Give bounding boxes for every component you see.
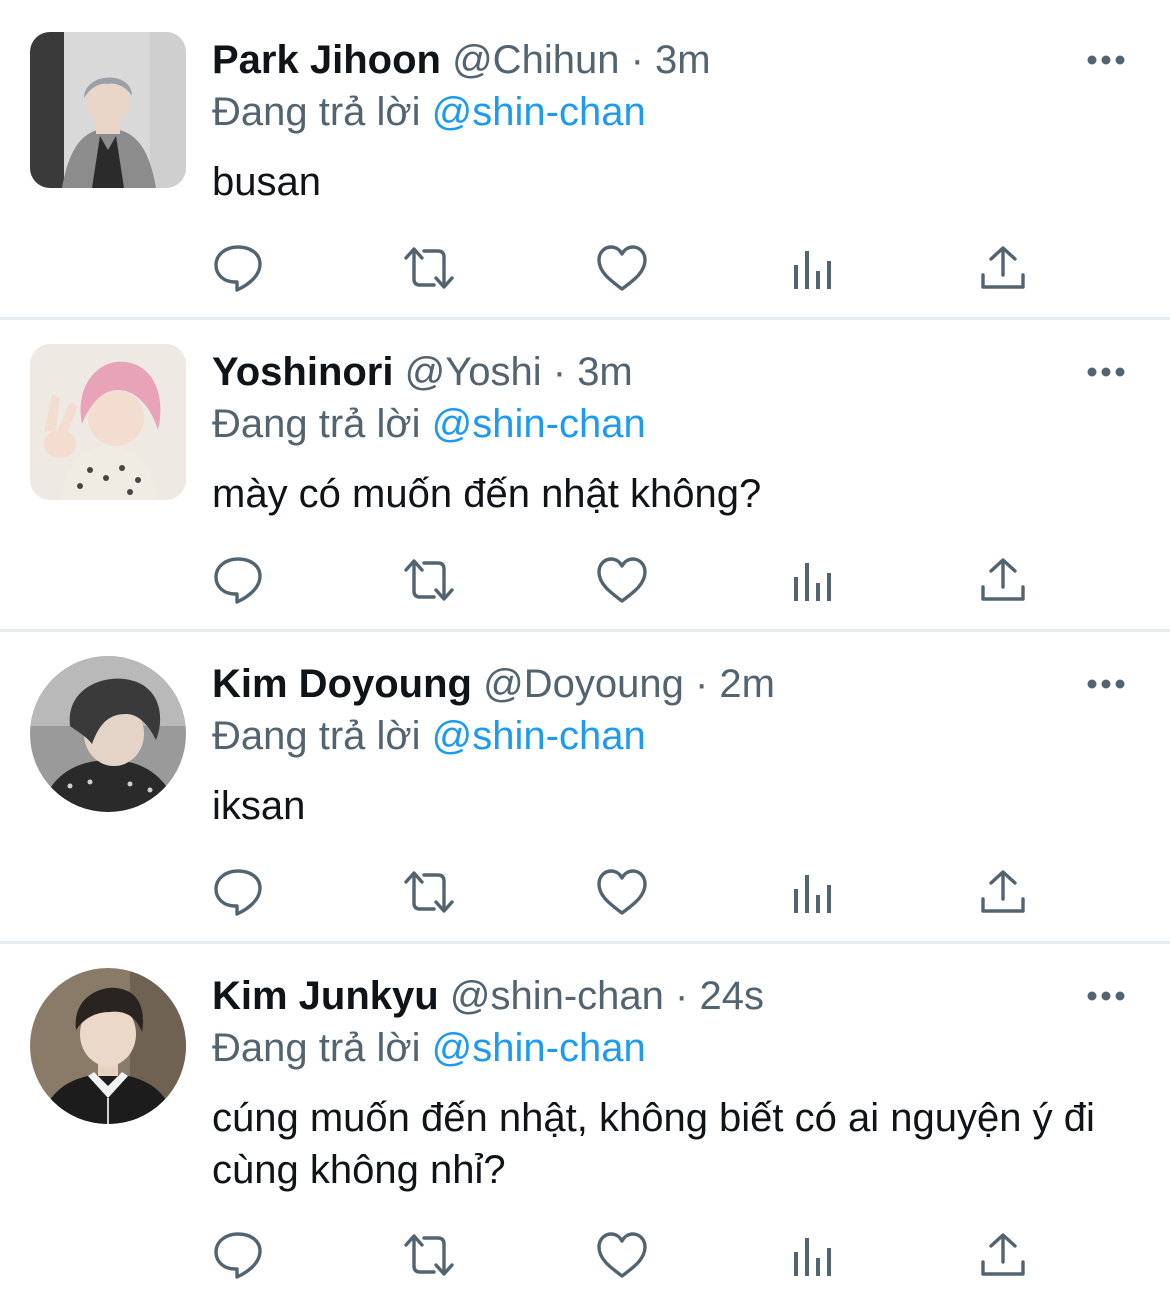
mention-link[interactable]: @shin-chan <box>432 90 646 134</box>
reply-icon[interactable] <box>212 243 266 293</box>
reply-icon[interactable] <box>212 1230 266 1280</box>
display-name[interactable]: Yoshinori <box>212 350 393 394</box>
separator: · <box>675 974 689 1018</box>
replying-to-label: Đang trả lời <box>212 90 421 134</box>
share-icon[interactable] <box>976 867 1030 917</box>
replying-to: Đang trả lời @shin-chan <box>212 1024 646 1072</box>
timestamp[interactable]: 3m <box>655 38 711 82</box>
analytics-icon[interactable] <box>786 243 840 293</box>
tweet-header: Kim Doyoung @Doyoung · 2m <box>212 660 775 708</box>
action-bar <box>212 867 1042 917</box>
tweet-text: iksan <box>212 784 306 828</box>
retweet-icon[interactable] <box>402 243 456 293</box>
separator: · <box>694 662 709 706</box>
mention-link[interactable]: @shin-chan <box>432 1026 646 1070</box>
timestamp[interactable]: 24s <box>699 974 764 1018</box>
analytics-icon[interactable] <box>786 555 840 605</box>
share-icon[interactable] <box>976 243 1030 293</box>
avatar[interactable] <box>30 32 186 188</box>
mention-link[interactable]: @shin-chan <box>432 714 646 758</box>
separator: · <box>630 38 644 82</box>
tweet[interactable]: Yoshinori @Yoshi · 3m Đang trả lời @shin… <box>0 312 1170 629</box>
tweet[interactable]: Kim Doyoung @Doyoung · 2m Đang trả lời @… <box>0 624 1170 941</box>
user-handle[interactable]: @Chihun <box>452 38 619 82</box>
avatar[interactable] <box>30 344 186 500</box>
tweet-header: Kim Junkyu @shin-chan · 24s <box>212 972 764 1020</box>
retweet-icon[interactable] <box>402 867 456 917</box>
tweet-header: Yoshinori @Yoshi · 3m <box>212 348 633 396</box>
tweet-text: cúng muốn đến nhật, không biết có ai ngu… <box>212 1096 1095 1192</box>
display-name[interactable]: Kim Junkyu <box>212 974 439 1018</box>
heart-icon[interactable] <box>595 243 649 293</box>
retweet-icon[interactable] <box>402 555 456 605</box>
mention-link[interactable]: @shin-chan <box>432 402 646 446</box>
action-bar <box>212 555 1042 605</box>
display-name[interactable]: Kim Doyoung <box>212 662 472 706</box>
tweet-text: busan <box>212 160 321 204</box>
more-horizontal-icon[interactable] <box>1086 360 1126 384</box>
analytics-icon[interactable] <box>786 867 840 917</box>
user-handle[interactable]: @shin-chan <box>450 974 664 1018</box>
more-horizontal-icon[interactable] <box>1086 984 1126 1008</box>
share-icon[interactable] <box>976 1230 1030 1280</box>
reply-feed: Park Jihoon @Chihun · 3m Đang trả lời @s… <box>0 0 1170 1304</box>
replying-to: Đang trả lời @shin-chan <box>212 400 646 448</box>
replying-to-label: Đang trả lời <box>212 402 421 446</box>
replying-to: Đang trả lời @shin-chan <box>212 712 646 760</box>
separator: · <box>552 350 567 394</box>
share-icon[interactable] <box>976 555 1030 605</box>
more-horizontal-icon[interactable] <box>1086 48 1126 72</box>
user-handle[interactable]: @Doyoung <box>483 662 684 706</box>
heart-icon[interactable] <box>595 1230 649 1280</box>
more-horizontal-icon[interactable] <box>1086 672 1126 696</box>
tweet[interactable]: Kim Junkyu @shin-chan · 24s Đang trả lời… <box>0 936 1170 1304</box>
replying-to-label: Đang trả lời <box>212 714 421 758</box>
heart-icon[interactable] <box>595 555 649 605</box>
tweet[interactable]: Park Jihoon @Chihun · 3m Đang trả lời @s… <box>0 0 1170 317</box>
avatar[interactable] <box>30 656 186 812</box>
reply-icon[interactable] <box>212 867 266 917</box>
timestamp[interactable]: 2m <box>719 662 775 706</box>
timestamp[interactable]: 3m <box>577 350 633 394</box>
replying-to: Đang trả lời @shin-chan <box>212 88 646 136</box>
action-bar <box>212 243 1042 293</box>
retweet-icon[interactable] <box>402 1230 456 1280</box>
user-handle[interactable]: @Yoshi <box>405 350 542 394</box>
reply-icon[interactable] <box>212 555 266 605</box>
replying-to-label: Đang trả lời <box>212 1026 421 1070</box>
analytics-icon[interactable] <box>786 1230 840 1280</box>
action-bar <box>212 1230 1042 1280</box>
tweet-text: mày có muốn đến nhật không? <box>212 472 762 516</box>
display-name[interactable]: Park Jihoon <box>212 38 441 82</box>
tweet-header: Park Jihoon @Chihun · 3m <box>212 36 711 84</box>
heart-icon[interactable] <box>595 867 649 917</box>
avatar[interactable] <box>30 968 186 1124</box>
